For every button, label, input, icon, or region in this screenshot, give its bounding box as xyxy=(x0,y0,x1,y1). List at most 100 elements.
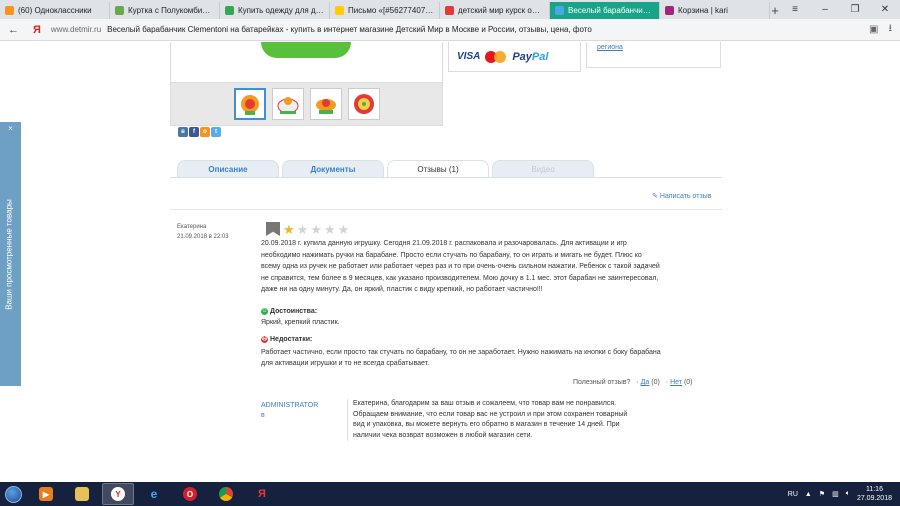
browser-tab-label: Веселый барабанчик С xyxy=(568,6,654,15)
pros-title: Достоинства: xyxy=(270,308,318,315)
twitter-share-icon[interactable]: t xyxy=(211,127,221,137)
write-review-link[interactable]: ✎ Написать отзыв xyxy=(652,192,711,200)
divider xyxy=(170,209,722,210)
share-buttons: в f о t xyxy=(178,127,221,137)
helpful-label: Полезный отзыв? xyxy=(573,379,631,386)
helpful-no-count: (0) xyxy=(683,379,693,386)
thumbnail-2[interactable] xyxy=(271,88,304,120)
yandex-icon[interactable]: Я xyxy=(33,24,41,36)
browser-tab-label: Купить одежду для девочк xyxy=(238,6,324,15)
taskbar-media-player[interactable]: ▶ xyxy=(30,483,62,505)
thumbnail-3[interactable] xyxy=(309,88,342,120)
region-link[interactable]: региона xyxy=(597,44,623,51)
minimize-icon[interactable]: – xyxy=(810,0,840,19)
mastercard-icon xyxy=(485,50,507,64)
yandex-icon-2: Я xyxy=(258,488,266,500)
helpful-no[interactable]: · Нет (0) xyxy=(666,379,693,386)
back-icon[interactable]: ← xyxy=(8,24,19,36)
payment-methods: VISA PayPal xyxy=(448,42,581,72)
bookmark-icon[interactable]: ▣ xyxy=(869,24,878,35)
sad-icon: ☹ xyxy=(261,336,268,343)
tab-reviews[interactable]: Отзывы (1) xyxy=(387,160,489,177)
product-tabs: Описание Документы Отзывы (1) Видео xyxy=(177,160,594,177)
favicon-icon xyxy=(115,6,124,15)
browser-tab-bar: (60) Одноклассники Куртка с Полукомбинезо… xyxy=(0,0,900,19)
maximize-icon[interactable]: ❐ xyxy=(840,0,870,19)
helpful-yes-link[interactable]: Да xyxy=(641,379,650,386)
star-empty-icon: ★ xyxy=(296,221,309,237)
media-player-icon: ▶ xyxy=(39,487,53,501)
pros-text: Яркий, крепкий пластик. xyxy=(261,319,340,326)
language-indicator[interactable]: RU xyxy=(788,491,798,498)
clock[interactable]: 11:16 27.09.2018 xyxy=(857,485,892,503)
clock-time: 11:16 xyxy=(865,486,883,493)
helpful-vote: Полезный отзыв? · Да (0) · Нет (0) xyxy=(573,379,693,386)
taskbar-explorer[interactable] xyxy=(66,483,98,505)
tab-documents[interactable]: Документы xyxy=(282,160,384,177)
write-review-label: Написать отзыв xyxy=(659,193,712,200)
internet-explorer-icon: e xyxy=(150,487,158,501)
admin-name: ADMINISTRATOR xyxy=(261,402,319,409)
facebook-share-icon[interactable]: f xyxy=(189,127,199,137)
browser-tab-label: Корзина | kari xyxy=(678,6,728,15)
taskbar-ie[interactable]: e xyxy=(138,483,170,505)
favicon-icon xyxy=(665,6,674,15)
product-image-fragment xyxy=(261,42,351,58)
browser-tab[interactable]: (60) Одноклассники xyxy=(0,2,110,19)
region-box: региона xyxy=(586,42,721,68)
review-author-block: Екатерина 21.09.2018 в 22:03 xyxy=(177,222,229,242)
volume-icon[interactable]: 🔈︎ xyxy=(846,490,850,498)
network-icon[interactable]: ▥ xyxy=(832,490,839,498)
favicon-icon xyxy=(5,6,14,15)
new-tab-button[interactable]: + xyxy=(770,2,780,19)
opera-icon: O xyxy=(183,487,197,501)
review-date: 21.09.2018 в 22:03 xyxy=(177,234,229,240)
helpful-yes[interactable]: · Да (0) xyxy=(636,379,659,386)
taskbar-yandex[interactable]: Y xyxy=(102,483,134,505)
start-button[interactable] xyxy=(0,482,26,506)
url-field[interactable]: www.detmir.ru Веселый барабанчик Clement… xyxy=(51,22,859,38)
admin-reply: Екатерина, благодарим за ваш отзыв и сож… xyxy=(347,399,632,441)
odnoklassniki-share-icon[interactable]: о xyxy=(200,127,210,137)
taskbar-opera[interactable]: O xyxy=(174,483,206,505)
browser-tab[interactable]: Куртка с Полукомбинезо xyxy=(110,2,220,19)
viewed-products-label: Ваши просмотренные товары xyxy=(4,199,14,310)
browser-tab[interactable]: Купить одежду для девочк xyxy=(220,2,330,19)
thumbnail-1[interactable] xyxy=(233,88,266,120)
flag-icon[interactable]: ⚑ xyxy=(819,490,825,498)
thumbnail-4[interactable] xyxy=(347,88,380,120)
helpful-yes-count: (0) xyxy=(651,379,660,386)
close-panel-icon[interactable]: × xyxy=(8,124,13,133)
yandex-browser-icon: Y xyxy=(111,487,125,501)
browser-tab[interactable]: детский мир курск офици xyxy=(440,2,550,19)
review-author: Екатерина xyxy=(177,224,207,230)
windows-taskbar: ▶ Y e O Я RU ▲ ⚑ ▥ 🔈︎ 11:16 27.09.2018 xyxy=(0,482,900,506)
taskbar-yandex-2[interactable]: Я xyxy=(246,483,278,505)
tabs-divider xyxy=(170,177,722,178)
browser-tab-label: Куртка с Полукомбинезо xyxy=(128,6,214,15)
browser-tab[interactable]: Веселый барабанчик С xyxy=(550,2,660,19)
viewed-products-panel[interactable]: × Ваши просмотренные товары xyxy=(0,122,21,386)
url-page-title: Веселый барабанчик Clementoni на батарей… xyxy=(107,25,592,34)
chrome-icon xyxy=(219,487,233,501)
pencil-icon: ✎ xyxy=(652,193,658,200)
star-empty-icon: ★ xyxy=(323,221,336,237)
cons-text: Работает частично, если просто так стуча… xyxy=(261,349,661,367)
download-icon[interactable]: ⭳ xyxy=(889,21,893,38)
browser-tab[interactable]: Корзина | kari xyxy=(660,2,770,19)
vk-share-icon[interactable]: в xyxy=(178,127,188,137)
helpful-no-link[interactable]: Нет xyxy=(670,379,682,386)
star-filled-icon: ★ xyxy=(283,221,295,237)
windows-orb-icon xyxy=(4,485,22,503)
tray-arrow-icon[interactable]: ▲ xyxy=(805,491,812,498)
favicon-icon xyxy=(445,6,454,15)
browser-tab[interactable]: Письмо «[#562774070]Ре xyxy=(330,2,440,19)
address-bar: ← Я www.detmir.ru Веселый барабанчик Cle… xyxy=(0,19,900,41)
tab-video: Видео xyxy=(492,160,594,177)
taskbar-chrome[interactable] xyxy=(210,483,242,505)
page-content: VISA PayPal региона в f о t Описание Док… xyxy=(0,42,900,482)
close-icon[interactable]: ✕ xyxy=(870,0,900,19)
menu-icon[interactable]: ≡ xyxy=(780,0,810,19)
tab-description[interactable]: Описание xyxy=(177,160,279,177)
star-rating: ★ ★ ★ ★ ★ xyxy=(283,223,349,236)
